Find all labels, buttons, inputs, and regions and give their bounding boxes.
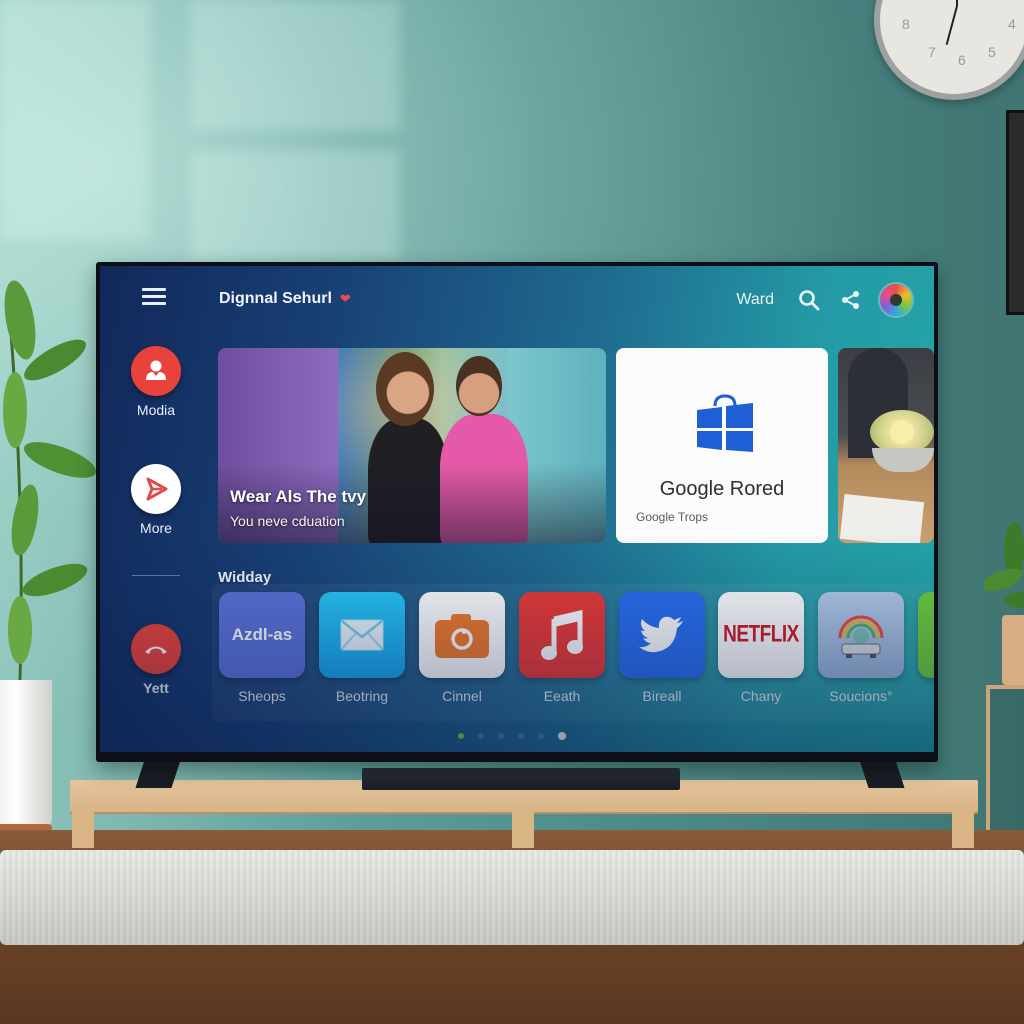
app-title-text: Dignnal Sehurl <box>219 290 332 307</box>
clock-number: 4 <box>1008 16 1016 32</box>
share-icon[interactable] <box>838 287 864 313</box>
sunlight-patch <box>190 150 400 260</box>
side-shelf <box>986 685 1024 835</box>
app-title: Dignnal Sehurl ❤ <box>219 290 351 308</box>
stand-leg <box>72 812 94 848</box>
netflix-text: NETFLIX <box>723 621 799 648</box>
person-icon <box>131 346 181 396</box>
soundbar <box>362 768 680 790</box>
clock-minute-hand <box>945 5 958 45</box>
sidebar-divider <box>132 575 180 576</box>
app-tile-sheops[interactable]: Azdl-as Sheops <box>219 592 305 704</box>
netflix-logo-icon: NETFLIX <box>718 592 804 678</box>
rug <box>0 850 1024 945</box>
music-note-icon <box>519 592 605 678</box>
clock-number: 5 <box>988 44 996 60</box>
phone-hangup-icon <box>131 624 181 674</box>
sunlight-patch <box>190 0 400 130</box>
featured-card-photo[interactable] <box>838 348 934 543</box>
app-icon-partial <box>918 592 934 678</box>
person-head <box>376 352 434 426</box>
page-dot-active[interactable] <box>558 732 566 740</box>
stand-leg <box>952 812 974 848</box>
plant-pot-right <box>1002 615 1024 685</box>
app-label: Bireall <box>642 688 682 704</box>
store-subtitle: Google Trops <box>636 510 709 524</box>
sidebar-item-label: Yett <box>143 680 169 696</box>
photo-paper <box>839 493 925 543</box>
app-tile-chany[interactable]: NETFLIX Chany <box>718 592 804 704</box>
featured-subtitle: You neve cduation <box>230 513 345 529</box>
app-tile-cinnel[interactable]: Cinnel <box>419 592 505 704</box>
camera-icon <box>419 592 505 678</box>
app-label: Chany <box>740 688 782 704</box>
text-logo-icon: Azdl-as <box>219 592 305 678</box>
profile-avatar[interactable] <box>880 284 912 316</box>
app-label: Cinnel <box>442 688 482 704</box>
featured-card-main[interactable]: Wear Als The tvy You neve cduation <box>218 348 606 543</box>
sidebar-item-label: Modia <box>136 402 176 418</box>
search-icon[interactable] <box>796 287 822 313</box>
page-indicator <box>458 732 566 740</box>
featured-title: Wear Als The tvy <box>230 487 367 506</box>
clock-hour-hand <box>956 0 958 6</box>
person-head <box>456 356 502 416</box>
plant-left <box>3 280 96 681</box>
picture-frame <box>1006 110 1024 315</box>
sidebar-item-modia[interactable]: Modia <box>130 346 182 418</box>
store-title: Google Rored <box>659 478 785 500</box>
page-dot[interactable] <box>478 733 484 739</box>
clock-number: 7 <box>928 44 936 60</box>
photo-bowl <box>872 448 934 472</box>
page-dot[interactable] <box>458 733 464 739</box>
play-arrow-icon <box>131 464 181 514</box>
sidebar-item-more[interactable]: More <box>130 464 182 536</box>
app-label: Soucions° <box>829 688 893 704</box>
app-label: Sheops <box>238 688 286 704</box>
plant-right <box>984 522 1024 608</box>
clock-number: 6 <box>958 52 966 68</box>
app-tile-soucions[interactable]: Soucions° <box>818 592 904 704</box>
tv-screen: Dignnal Sehurl ❤ Ward Modia More Yett We… <box>100 266 934 752</box>
app-tile-partial[interactable] <box>918 592 934 678</box>
rainbow-device-icon <box>818 592 904 678</box>
sidebar-item-label: More <box>140 520 172 536</box>
menu-icon[interactable] <box>142 288 166 306</box>
app-label: Eeath <box>543 688 581 704</box>
header-actions: Ward <box>736 284 912 316</box>
sidebar-item-yett[interactable]: Yett <box>130 624 182 696</box>
app-tile-beotring[interactable]: Beotring <box>319 592 405 704</box>
app-icon-text: Azdl-as <box>231 625 293 644</box>
store-bag-icon <box>697 394 753 452</box>
sunlight-patch <box>0 0 150 240</box>
page-dot[interactable] <box>538 733 544 739</box>
heart-icon[interactable]: ❤ <box>340 291 351 307</box>
plant-pot <box>0 680 52 836</box>
page-dot[interactable] <box>498 733 504 739</box>
app-tile-eeath[interactable]: Eeath <box>519 592 605 704</box>
mail-icon <box>319 592 405 678</box>
clock-number: 8 <box>902 16 910 32</box>
nav-link-ward[interactable]: Ward <box>736 291 774 309</box>
stand-leg <box>512 812 534 848</box>
featured-card-store[interactable]: Google Rored Google Trops <box>616 348 828 543</box>
page-dot[interactable] <box>518 733 524 739</box>
app-label: Beotring <box>335 688 389 704</box>
app-tile-bireall[interactable]: Bireall <box>619 592 705 704</box>
bird-icon <box>619 592 705 678</box>
